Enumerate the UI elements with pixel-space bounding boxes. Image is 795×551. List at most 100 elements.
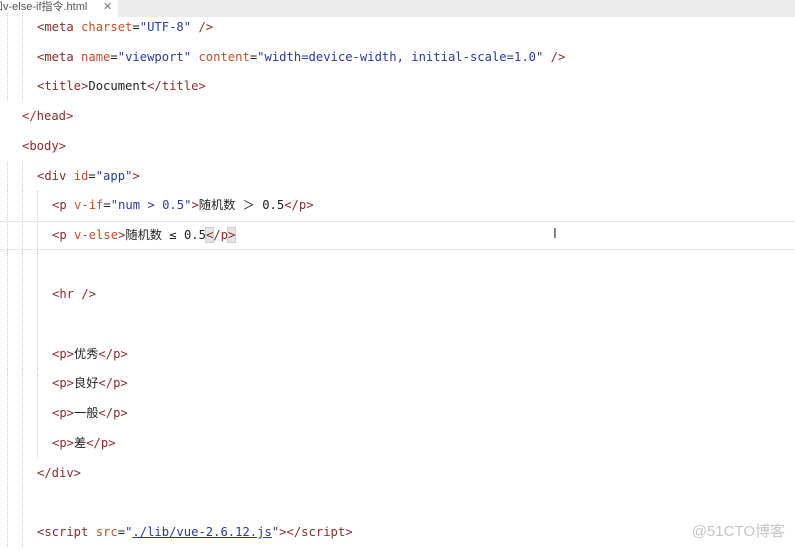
token-txt: = (117, 524, 126, 539)
indent-guide (22, 369, 23, 399)
indent-guide (7, 399, 8, 429)
token-attr: id (73, 168, 89, 183)
code-line[interactable]: </head> (0, 102, 795, 131)
token-txt: = (132, 20, 140, 34)
code-text: <p>差</p> (52, 429, 116, 458)
indent-guide (22, 310, 23, 339)
code-line[interactable]: <p>优秀</p> (0, 339, 795, 369)
token-str: "width=device-width, initial-scale=1.0" (257, 49, 544, 64)
code-line[interactable]: <meta charset="UTF-8" /> (0, 13, 795, 42)
indent-guide (7, 191, 8, 221)
token-tag: /p (213, 227, 229, 242)
token-tag: ></script> (279, 524, 353, 539)
indent-guide (37, 191, 38, 221)
token-tag: </head> (22, 109, 74, 124)
code-text: <hr /> (52, 280, 96, 309)
code-line[interactable]: <body> (0, 132, 795, 161)
token-tag: > (226, 226, 237, 243)
indent-guide (7, 42, 8, 72)
token-tag: </div> (37, 465, 82, 480)
token-tag: <p> (52, 376, 75, 391)
indent-guide (22, 458, 23, 488)
token-txt: = (110, 49, 118, 64)
code-line[interactable]: <p>差</p> (0, 428, 795, 458)
indent-guide (22, 517, 23, 547)
indent-guide (22, 339, 23, 369)
code-line[interactable]: <p>一般</p> (0, 399, 795, 429)
indent-guide (37, 280, 38, 310)
tab-title: 和v-else-if指令.html (0, 1, 88, 13)
token-tag: <p (52, 227, 75, 242)
indent-guide (7, 161, 8, 191)
code-line[interactable]: <meta name="viewport" content="width=dev… (0, 42, 795, 72)
token-tag: <p> (52, 435, 75, 450)
token-tag: <p (52, 198, 75, 213)
code-text: <meta charset="UTF-8" /> (37, 13, 213, 42)
code-line[interactable]: <p>良好</p> (0, 369, 795, 399)
indent-guide (37, 369, 38, 399)
code-line[interactable] (0, 310, 795, 339)
indent-guide (7, 280, 8, 310)
token-tag: <hr /> (52, 287, 97, 302)
indent-guide (7, 250, 8, 280)
token-attr: name (81, 49, 111, 64)
code-line[interactable]: <script src="./lib/vue-2.6.12.js"></scri… (0, 517, 795, 547)
indent-guide (22, 42, 23, 72)
token-tag: /> (191, 20, 214, 34)
token-tag: <script (37, 524, 96, 539)
code-line[interactable]: <p v-if="num > 0.5">随机数 ＞ 0.5</p> (0, 191, 795, 221)
code-line[interactable]: <hr /> (0, 280, 795, 310)
code-line[interactable]: <div id="app"> (0, 161, 795, 191)
indent-guide (22, 13, 23, 42)
indent-guide (22, 161, 23, 191)
indent-guide (7, 428, 8, 458)
token-attr: src (95, 524, 118, 539)
indent-guide (7, 13, 8, 42)
indent-guide (22, 250, 23, 280)
token-tag: > (191, 198, 199, 213)
indent-guide (22, 72, 23, 102)
token-tag: <meta (37, 49, 82, 64)
indent-guide (7, 72, 8, 102)
code-line[interactable]: <p v-else>随机数 ≤ 0.5</p> (0, 220, 795, 251)
indent-guide (22, 280, 23, 310)
token-str: "viewport" (117, 49, 192, 64)
token-attr: v-if (74, 198, 104, 213)
indent-guide (37, 339, 38, 369)
token-tag: </p> (98, 376, 128, 391)
token-str: "app" (95, 168, 133, 183)
token-txt: = (103, 198, 111, 213)
code-text: <meta name="viewport" content="width=dev… (37, 43, 565, 72)
token-txt: 差 (74, 435, 87, 450)
indent-guide (7, 221, 8, 251)
code-editor[interactable]: <meta charset="UTF-8" /> <meta name="view… (0, 13, 795, 551)
token-attr: v-else (74, 227, 119, 242)
token-tag: </title> (147, 79, 206, 94)
code-line[interactable]: </div> (0, 458, 795, 488)
code-text: <p v-else>随机数 ≤ 0.5</p> (52, 222, 237, 249)
code-text: <body> (22, 132, 66, 161)
code-text: <p>优秀</p> (52, 340, 128, 369)
code-text: <p>一般</p> (52, 399, 128, 428)
token-txt: 随机数 ≤ 0.5 (125, 227, 206, 242)
code-line[interactable] (0, 250, 795, 280)
indent-guide (7, 488, 8, 518)
token-txt: 良好 (74, 376, 99, 391)
code-text: <p>良好</p> (52, 369, 128, 398)
indent-guide (37, 250, 38, 280)
indent-guide (37, 221, 38, 251)
code-line[interactable] (0, 488, 795, 518)
code-text: <p v-if="num > 0.5">随机数 ＞ 0.5</p> (52, 191, 314, 220)
code-text: <script src="./lib/vue-2.6.12.js"></scri… (37, 518, 353, 547)
token-link[interactable]: ./lib/vue-2.6.12.js (132, 525, 271, 539)
token-tag: </p> (284, 198, 314, 213)
token-tag: > (132, 168, 140, 183)
code-text: </head> (22, 102, 73, 131)
indent-guide (7, 369, 8, 399)
indent-guide (37, 399, 38, 429)
code-line[interactable]: <title>Document</title> (0, 72, 795, 102)
indent-guide (22, 221, 23, 251)
indent-guide (7, 310, 8, 339)
indent-guide (37, 428, 38, 458)
token-txt: 随机数 ＞ 0.5 (198, 198, 285, 213)
